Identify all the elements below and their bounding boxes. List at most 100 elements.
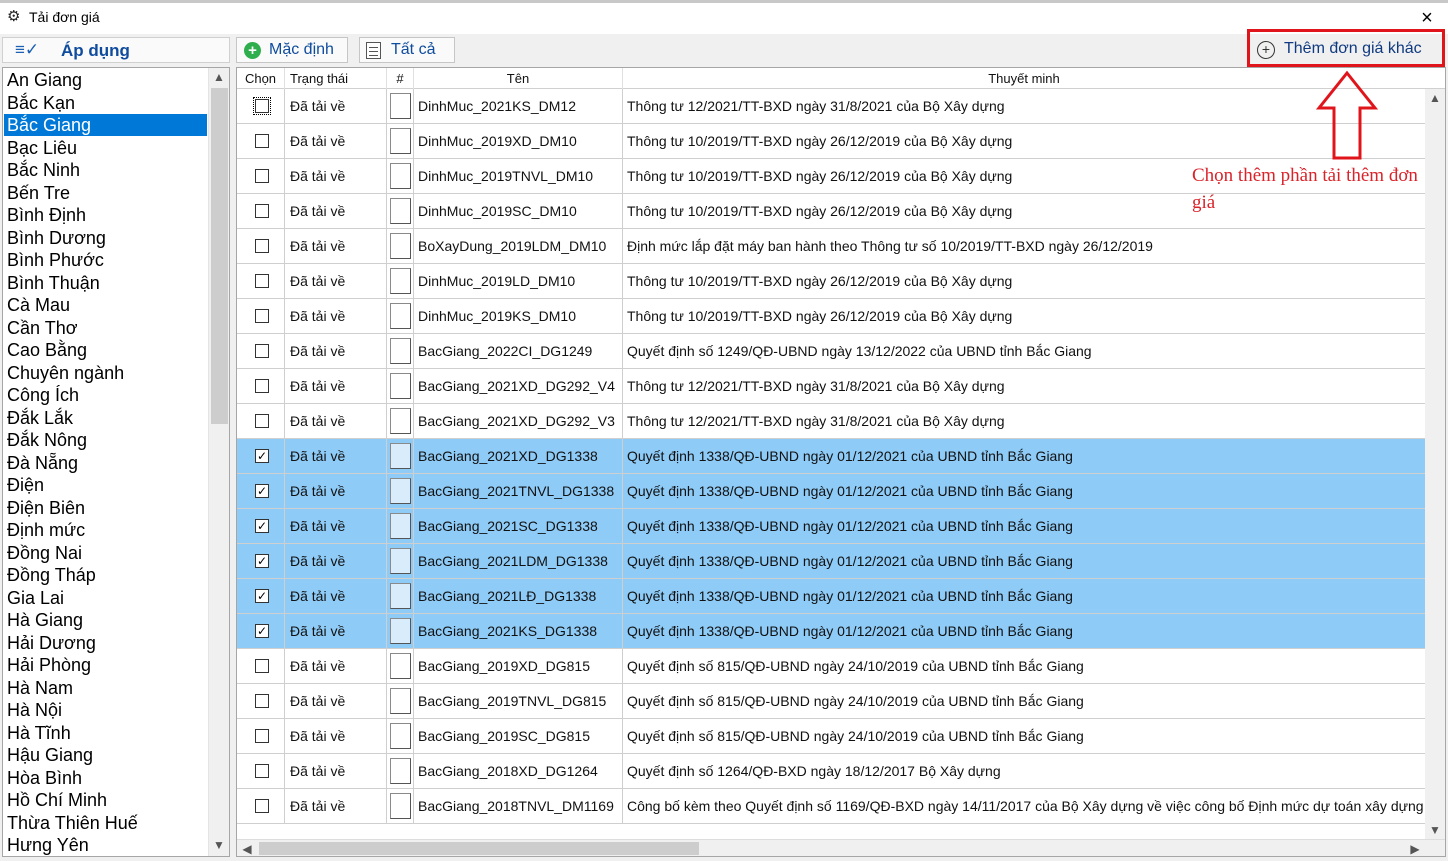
row-button-cell[interactable] <box>387 439 414 473</box>
province-item[interactable]: Bắc Giang <box>4 114 207 136</box>
province-item[interactable]: Bắc Kạn <box>4 92 207 114</box>
scroll-down-icon[interactable]: ▼ <box>209 836 229 854</box>
select-cell[interactable]: ✓ <box>237 439 285 473</box>
col-name[interactable]: Tên <box>414 68 623 89</box>
default-button[interactable]: + Mặc định <box>236 37 348 63</box>
table-row[interactable]: Đã tải về BacGiang_2019XD_DG815 Quyết định… <box>237 649 1425 684</box>
row-checkbox[interactable]: ✓ <box>255 624 269 638</box>
row-checkbox[interactable] <box>255 694 269 708</box>
select-cell[interactable] <box>237 124 285 158</box>
province-item[interactable]: Bình Phước <box>4 249 207 271</box>
add-other-price-button[interactable]: + Thêm đơn giá khác <box>1247 29 1445 67</box>
row-button[interactable] <box>390 198 411 224</box>
table-row[interactable]: ✓ Đã tải về BacGiang_2021LĐ_DG1338 Quyết đị… <box>237 579 1425 614</box>
row-button[interactable] <box>390 758 411 784</box>
province-item[interactable]: Bắc Ninh <box>4 159 207 181</box>
row-button[interactable] <box>390 793 411 819</box>
close-button[interactable]: × <box>1410 4 1444 32</box>
province-item[interactable]: Hà Tĩnh <box>4 722 207 744</box>
row-checkbox[interactable] <box>255 169 269 183</box>
row-button-cell[interactable] <box>387 194 414 228</box>
row-checkbox[interactable] <box>255 344 269 358</box>
row-button-cell[interactable] <box>387 474 414 508</box>
row-button[interactable] <box>390 408 411 434</box>
row-button-cell[interactable] <box>387 789 414 823</box>
table-row[interactable]: ✓ Đã tải về BacGiang_2021XD_DG1338 Quyết đị… <box>237 439 1425 474</box>
row-button-cell[interactable] <box>387 719 414 753</box>
province-item[interactable]: Hà Nội <box>4 699 207 721</box>
province-item[interactable]: Định mức <box>4 519 207 541</box>
province-item[interactable]: Thừa Thiên Huế <box>4 812 207 834</box>
row-checkbox[interactable] <box>255 309 269 323</box>
col-num[interactable]: # <box>387 68 414 89</box>
province-item[interactable]: Hậu Giang <box>4 744 207 766</box>
table-row[interactable]: Đã tải về DinhMuc_2019KS_DM10 Thông tư 10/… <box>237 299 1425 334</box>
row-checkbox[interactable]: ✓ <box>255 554 269 568</box>
grid-horizontal-scrollbar[interactable]: ◀ ▶ <box>237 839 1445 856</box>
row-button[interactable] <box>390 478 411 504</box>
row-checkbox[interactable]: ✓ <box>255 449 269 463</box>
row-button-cell[interactable] <box>387 544 414 578</box>
row-button-cell[interactable] <box>387 579 414 613</box>
select-cell[interactable] <box>237 89 285 123</box>
province-item[interactable]: Gia Lai <box>4 587 207 609</box>
row-checkbox[interactable]: ✓ <box>255 519 269 533</box>
row-button-cell[interactable] <box>387 124 414 158</box>
row-button[interactable] <box>390 128 411 154</box>
province-scroll-thumb[interactable] <box>211 88 228 424</box>
all-button[interactable]: Tất cả <box>359 37 455 63</box>
col-chon[interactable]: Chọn <box>237 68 285 89</box>
row-button-cell[interactable] <box>387 684 414 718</box>
scroll-left-icon[interactable]: ◀ <box>237 840 257 856</box>
province-item[interactable]: Cần Thơ <box>4 317 207 339</box>
select-cell[interactable] <box>237 649 285 683</box>
table-row[interactable]: Đã tải về BacGiang_2022CI_DG1249 Quyết địn… <box>237 334 1425 369</box>
row-button-cell[interactable] <box>387 89 414 123</box>
row-checkbox[interactable] <box>255 764 269 778</box>
table-row[interactable]: ✓ Đã tải về BacGiang_2021LDM_DG1338 Quyết đ… <box>237 544 1425 579</box>
row-button-cell[interactable] <box>387 404 414 438</box>
select-cell[interactable] <box>237 159 285 193</box>
scroll-up-icon[interactable]: ▲ <box>209 68 229 86</box>
row-button[interactable] <box>390 443 411 469</box>
scroll-right-icon[interactable]: ▶ <box>1405 840 1425 856</box>
table-row[interactable]: Đã tải về BacGiang_2021XD_DG292_V3 Thông t… <box>237 404 1425 439</box>
province-item[interactable]: An Giang <box>4 69 207 91</box>
row-button[interactable] <box>390 653 411 679</box>
table-row[interactable]: Đã tải về DinhMuc_2019XD_DM10 Thông tư 10/… <box>237 124 1425 159</box>
province-item[interactable]: Điện Biên <box>4 497 207 519</box>
row-checkbox[interactable] <box>255 204 269 218</box>
row-button-cell[interactable] <box>387 299 414 333</box>
province-item[interactable]: Cà Mau <box>4 294 207 316</box>
col-desc[interactable]: Thuyết minh <box>623 68 1425 89</box>
province-item[interactable]: Đắk Lắk <box>4 407 207 429</box>
province-item[interactable]: Bến Tre <box>4 182 207 204</box>
province-item[interactable]: Hà Giang <box>4 609 207 631</box>
select-cell[interactable]: ✓ <box>237 579 285 613</box>
table-row[interactable]: Đã tải về BacGiang_2021XD_DG292_V4 Thông t… <box>237 369 1425 404</box>
province-item[interactable]: Đắk Nông <box>4 429 207 451</box>
row-button[interactable] <box>390 373 411 399</box>
province-item[interactable]: Bình Dương <box>4 227 207 249</box>
select-cell[interactable] <box>237 789 285 823</box>
table-row[interactable]: ✓ Đã tải về BacGiang_2021KS_DG1338 Quyết đị… <box>237 614 1425 649</box>
row-checkbox[interactable] <box>255 274 269 288</box>
table-row[interactable]: ✓ Đã tải về BacGiang_2021TNVL_DG1338 Quyết … <box>237 474 1425 509</box>
province-item[interactable]: Đồng Tháp <box>4 564 207 586</box>
province-item[interactable]: Điện <box>4 474 207 496</box>
row-button-cell[interactable] <box>387 369 414 403</box>
province-item[interactable]: Đồng Nai <box>4 542 207 564</box>
province-item[interactable]: Bình Thuận <box>4 272 207 294</box>
row-checkbox[interactable] <box>255 659 269 673</box>
select-cell[interactable] <box>237 369 285 403</box>
select-cell[interactable] <box>237 299 285 333</box>
province-list[interactable]: An Giang Bắc Kạn Bắc Giang Bạc Liêu Bắc Ninh… <box>2 67 230 857</box>
province-item[interactable]: Hải Phòng <box>4 654 207 676</box>
row-button-cell[interactable] <box>387 649 414 683</box>
select-cell[interactable] <box>237 229 285 263</box>
row-button[interactable] <box>390 303 411 329</box>
select-cell[interactable] <box>237 194 285 228</box>
table-row[interactable]: Đã tải về BoXayDung_2019LDM_DM10 Định mức … <box>237 229 1425 264</box>
grid-scroll-down-icon[interactable]: ▼ <box>1425 821 1445 839</box>
province-item[interactable]: Cao Bằng <box>4 339 207 361</box>
